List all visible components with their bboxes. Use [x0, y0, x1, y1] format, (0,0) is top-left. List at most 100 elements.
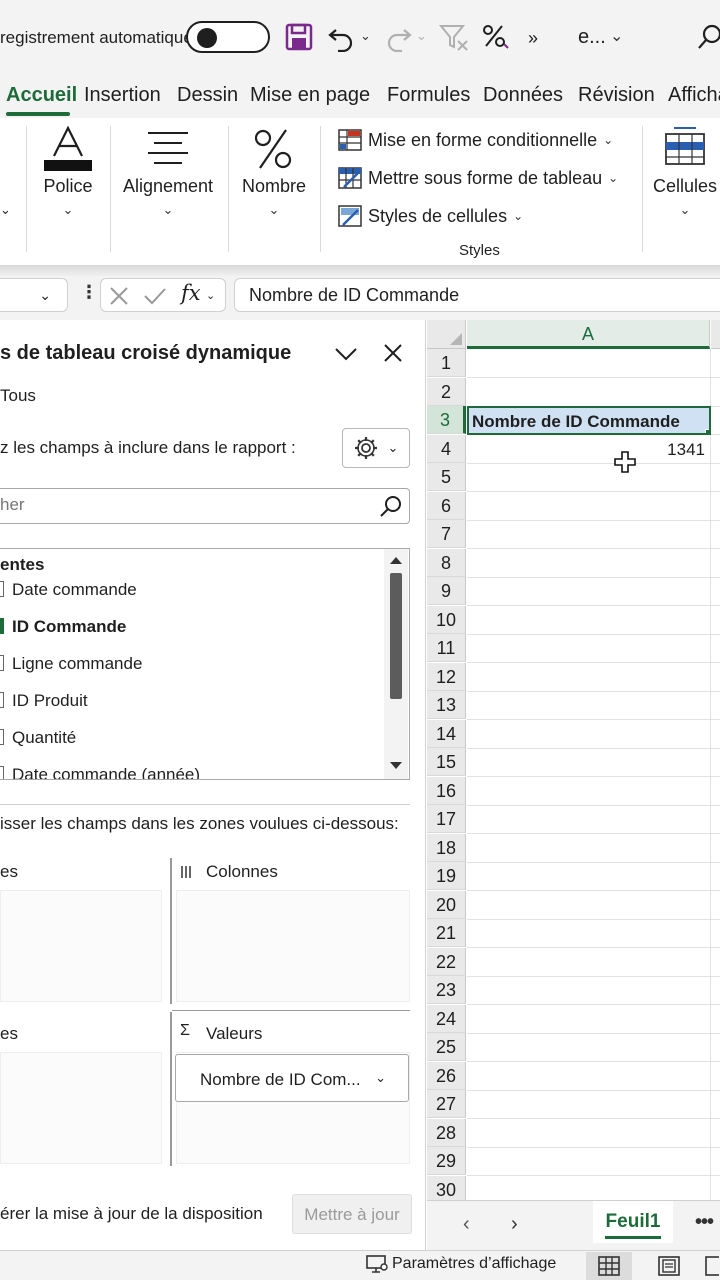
column-header-a[interactable]: A [467, 320, 710, 349]
row-header[interactable]: 27 [427, 1090, 466, 1118]
row-header[interactable]: 3 [427, 406, 466, 434]
redo-icon[interactable] [384, 18, 414, 56]
row-header[interactable]: 18 [427, 833, 466, 862]
field-checkbox[interactable] [0, 581, 4, 597]
value-field-pill[interactable]: Nombre de ID Com... ⌄ [175, 1054, 409, 1102]
row-header[interactable]: 15 [427, 748, 466, 776]
percent-style-icon[interactable] [480, 18, 510, 56]
tab-formules[interactable]: Formules [387, 84, 470, 107]
formula-input[interactable]: Nombre de ID Commande [234, 278, 720, 312]
row-header[interactable]: 25 [427, 1033, 466, 1061]
tous-tab[interactable]: Tous [0, 386, 36, 406]
close-icon[interactable] [382, 342, 404, 364]
cell-a3[interactable]: Nombre de ID Commande [467, 406, 711, 435]
row-header[interactable]: 29 [427, 1147, 466, 1175]
next-sheet-icon[interactable]: › [511, 1213, 518, 1236]
field-item-date-commande-annee[interactable]: Date commande (année) [0, 762, 380, 779]
save-icon[interactable] [284, 18, 314, 56]
field-search[interactable] [0, 488, 410, 524]
field-list-scrollbar[interactable] [384, 549, 408, 779]
enter-icon[interactable] [143, 286, 167, 306]
scroll-down-icon[interactable] [389, 761, 403, 771]
row-header[interactable]: 28 [427, 1118, 466, 1147]
search-input[interactable] [0, 495, 360, 515]
rows-drop-zone[interactable] [0, 1052, 162, 1164]
sheet-tab-feuil1[interactable]: Feuil1 [593, 1201, 673, 1243]
field-item-date-commande[interactable]: Date commande [0, 577, 380, 603]
undo-dropdown-icon[interactable]: ⌄ [360, 28, 371, 44]
column-header-b[interactable] [711, 320, 720, 349]
autosave-toggle[interactable] [186, 21, 270, 53]
field-checkbox[interactable] [0, 729, 4, 745]
tab-donnees[interactable]: Données [483, 84, 563, 107]
clear-filter-icon[interactable] [438, 18, 470, 56]
row-header[interactable]: 20 [427, 890, 466, 919]
field-item-quantite[interactable]: Quantité [0, 725, 380, 751]
formula-bar-grip-icon[interactable]: ⋮ [80, 282, 98, 303]
field-item-ligne-commande[interactable]: Ligne commande [0, 651, 380, 677]
format-as-table-button[interactable]: Mettre sous forme de tableau ⌄ [338, 164, 618, 192]
row-header[interactable]: 4 [427, 434, 466, 463]
row-header[interactable]: 26 [427, 1061, 466, 1090]
row-header[interactable]: 5 [427, 463, 466, 491]
row-header[interactable]: 17 [427, 805, 466, 833]
update-button[interactable]: Mettre à jour [292, 1194, 412, 1234]
select-all-button[interactable] [427, 320, 466, 349]
tab-revision[interactable]: Révision [578, 84, 655, 107]
filename-label[interactable]: e... [578, 26, 606, 49]
row-header[interactable]: 6 [427, 491, 466, 520]
redo-dropdown-icon[interactable]: ⌄ [416, 28, 427, 44]
row-header[interactable]: 12 [427, 662, 466, 691]
filename-dropdown-icon[interactable]: ⌄ [610, 26, 623, 46]
row-header[interactable]: 21 [427, 919, 466, 947]
normal-view-button[interactable] [586, 1252, 632, 1280]
field-checkbox[interactable] [0, 766, 4, 779]
cell-a4[interactable]: 1341 [467, 436, 705, 463]
insert-function-icon[interactable]: fx [181, 281, 201, 305]
undo-icon[interactable] [326, 18, 356, 56]
cellules-group[interactable]: Cellules ⌄ [650, 118, 720, 258]
alignement-group[interactable]: Alignement ⌄ [118, 118, 218, 258]
page-break-view-button[interactable] [704, 1252, 720, 1280]
fill-handle[interactable] [705, 429, 709, 433]
more-sheets-icon[interactable]: ••• [695, 1211, 714, 1234]
row-header[interactable]: 14 [427, 719, 466, 748]
page-layout-view-button[interactable] [646, 1252, 692, 1280]
row-header[interactable]: 11 [427, 634, 466, 662]
tab-mise-en-page[interactable]: Mise en page [250, 84, 370, 107]
field-checkbox[interactable] [0, 655, 4, 671]
tab-insertion[interactable]: Insertion [84, 84, 161, 107]
row-header[interactable]: 9 [427, 577, 466, 605]
panel-options-chevron-icon[interactable] [334, 346, 358, 362]
scroll-up-icon[interactable] [389, 555, 403, 565]
cancel-icon[interactable] [109, 286, 129, 306]
row-header[interactable]: 13 [427, 691, 466, 719]
search-icon[interactable] [696, 18, 720, 56]
columns-drop-zone[interactable] [176, 890, 410, 1002]
row-header[interactable]: 10 [427, 605, 466, 634]
row-header[interactable]: 8 [427, 548, 466, 577]
name-box[interactable]: ⌄ [0, 278, 68, 312]
row-header[interactable]: 22 [427, 947, 466, 976]
row-header[interactable]: 24 [427, 1004, 466, 1033]
nombre-group[interactable]: Nombre ⌄ [236, 118, 312, 258]
field-checkbox[interactable] [0, 618, 4, 634]
tools-button[interactable]: ⌄ [342, 428, 410, 468]
conditional-formatting-button[interactable]: Mise en forme conditionnelle ⌄ [338, 126, 613, 154]
value-field-dropdown-icon[interactable]: ⌄ [375, 1070, 386, 1086]
name-box-dropdown-icon[interactable]: ⌄ [39, 287, 51, 304]
filters-drop-zone[interactable] [0, 890, 162, 1002]
field-item-id-produit[interactable]: ID Produit [0, 688, 380, 714]
clipboard-dropdown-icon[interactable]: ⌄ [0, 202, 11, 218]
scroll-thumb[interactable] [390, 573, 402, 699]
search-icon[interactable] [379, 494, 403, 518]
field-item-id-commande[interactable]: ID Commande [0, 614, 380, 640]
row-header[interactable]: 1 [427, 349, 466, 377]
more-chevrons-icon[interactable]: » [528, 28, 538, 49]
cell-styles-button[interactable]: Styles de cellules ⌄ [338, 202, 523, 230]
worksheet-grid[interactable]: A Nombre de ID Commande 1341 1 2 3 4 5 6 7 8 9 10… [427, 320, 720, 1205]
fx-dropdown-icon[interactable]: ⌄ [206, 289, 215, 302]
tab-accueil[interactable]: Accueil [6, 84, 77, 107]
field-checkbox[interactable] [0, 692, 4, 708]
row-header[interactable]: 23 [427, 976, 466, 1004]
